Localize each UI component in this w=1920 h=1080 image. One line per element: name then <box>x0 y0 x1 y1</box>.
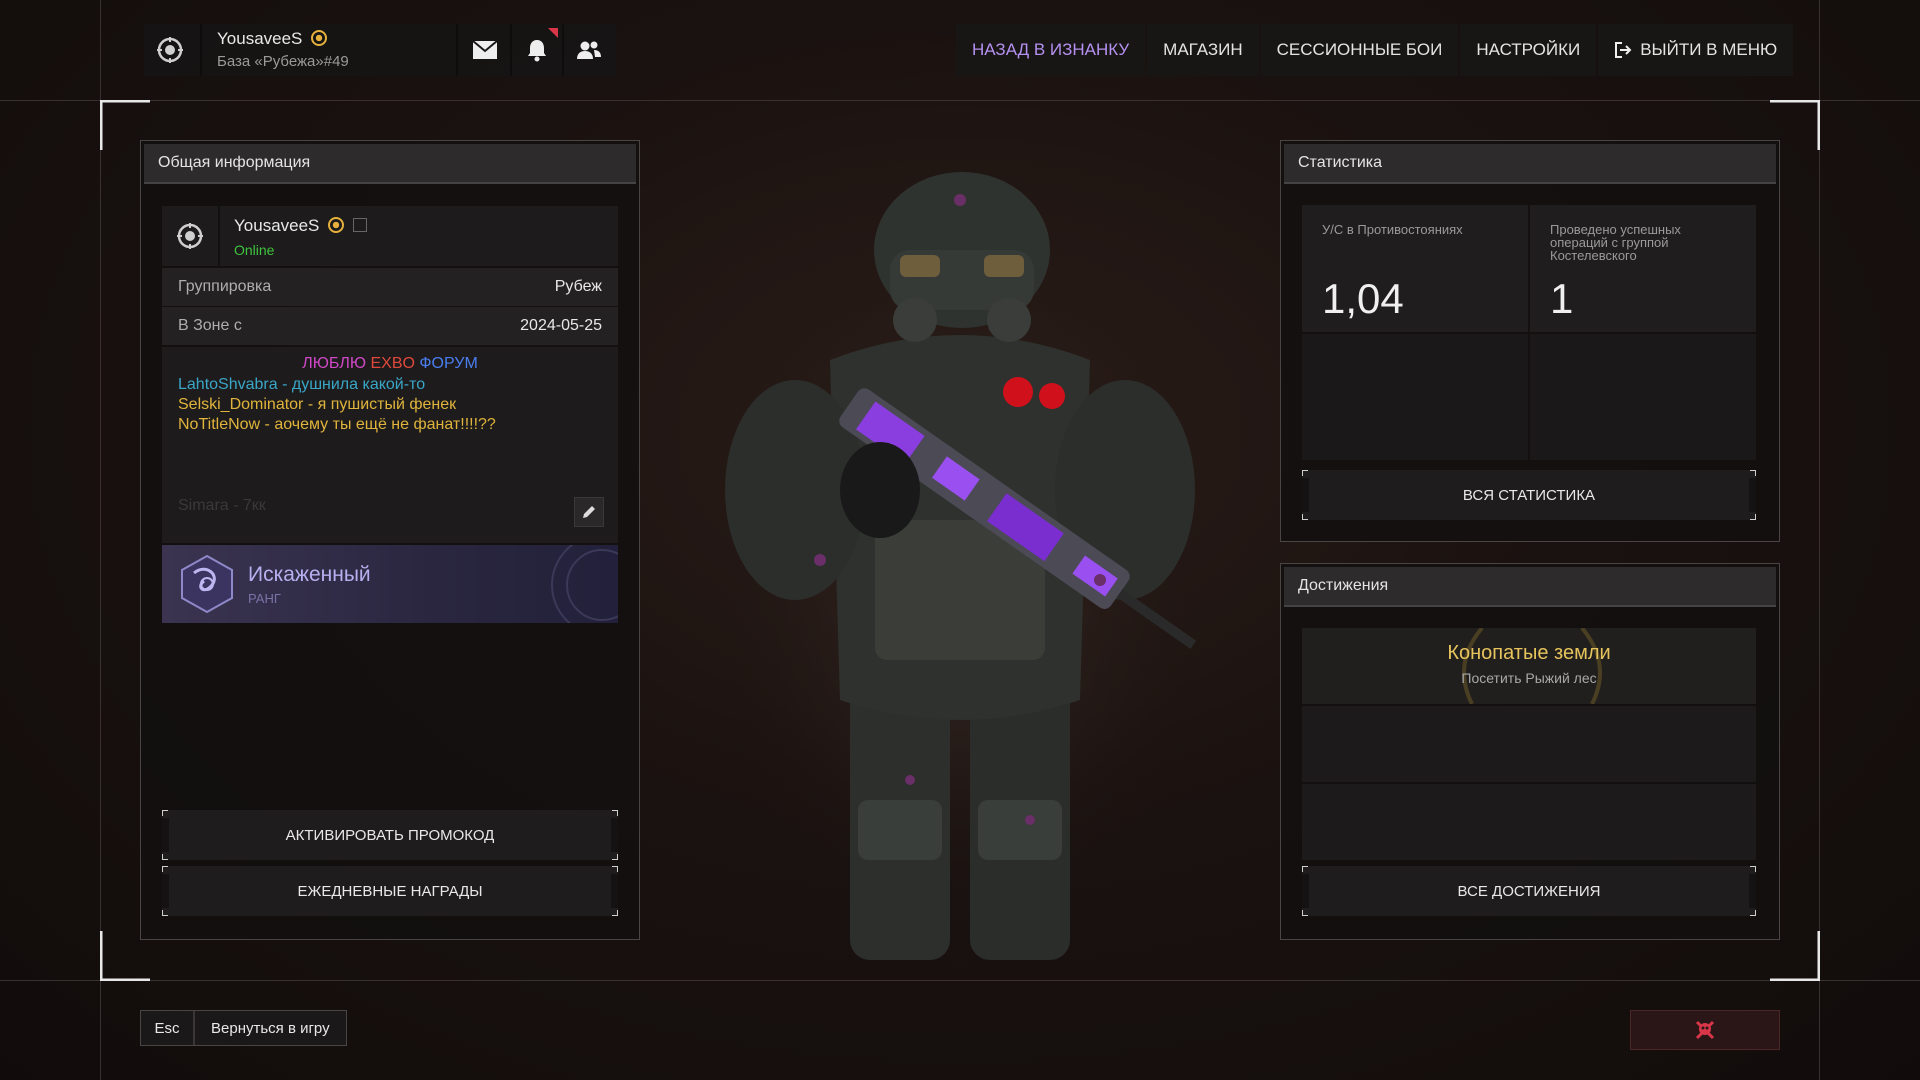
empty-achievement-slot <box>1302 784 1756 860</box>
online-status: Online <box>234 242 275 258</box>
profile-username: YousaveeS <box>234 216 367 236</box>
faction-key: Группировка <box>178 278 272 295</box>
achievement-description: Посетить Рыжий лес <box>1461 670 1597 686</box>
top-profile-bar: YousaveeS База «Рубежа»#49 <box>144 24 616 76</box>
return-to-game-control[interactable]: Esc Вернуться в игру <box>140 1010 347 1046</box>
bio-header: ЛЮБЛЮ EXBO ФОРУМ <box>162 355 618 373</box>
all-statistics-button[interactable]: ВСЯ СТАТИСТИКА <box>1302 470 1756 520</box>
faction-emblem-icon <box>157 37 183 63</box>
right-divider <box>1819 0 1820 1080</box>
skull-icon <box>1695 1020 1715 1040</box>
bio-box: ЛЮБЛЮ EXBO ФОРУМ LahtoShvabra - душнила … <box>162 347 618 543</box>
bio-line: Selski_Dominator - я пушистый фенек <box>178 396 457 413</box>
empty-achievement-slot <box>1302 706 1756 782</box>
faction-value: Рубеж <box>554 278 602 295</box>
bio-header-part: EXBO <box>370 355 420 372</box>
report-button[interactable] <box>1630 1010 1780 1050</box>
character-model[interactable] <box>700 160 1220 970</box>
bell-icon <box>528 40 546 62</box>
nav-back-to-inside[interactable]: НАЗАД В ИЗНАНКУ <box>956 24 1146 76</box>
all-statistics-label: ВСЯ СТАТИСТИКА <box>1462 486 1596 504</box>
general-info-title: Общая информация <box>144 144 636 184</box>
kd-stat-cell: У/С в Противостояниях 1,04 <box>1302 205 1528 332</box>
statistics-title: Статистика <box>1284 144 1776 184</box>
operations-stat-value: 1 <box>1550 275 1574 322</box>
zone-since-row: В Зоне с 2024-05-25 <box>162 307 618 345</box>
profile-card: YousaveeS Online <box>162 206 618 266</box>
bio-lines: LahtoShvabra - душнила какой-то Selski_D… <box>178 375 496 435</box>
empty-stat-cell <box>1530 334 1756 460</box>
notifications-button[interactable] <box>512 24 562 76</box>
top-username[interactable]: YousaveeS <box>217 29 328 49</box>
top-base-label: База «Рубежа»#49 <box>217 53 349 70</box>
achievement-card[interactable]: Конопатые земли Посетить Рыжий лес <box>1302 628 1756 704</box>
rank-name: Искаженный <box>248 563 371 586</box>
left-divider <box>100 0 101 1080</box>
nav-settings[interactable]: НАСТРОЙКИ <box>1460 24 1597 76</box>
premium-badge-icon <box>328 217 345 233</box>
activate-promocode-button[interactable]: АКТИВИРОВАТЬ ПРОМОКОД <box>162 810 618 860</box>
bio-faded-line: Simara - 7кк <box>178 497 266 514</box>
mail-icon <box>472 40 498 59</box>
daily-rewards-button[interactable]: ЕЖЕДНЕВНЫЕ НАГРАДЫ <box>162 866 618 916</box>
all-achievements-button[interactable]: ВСЕ ДОСТИЖЕНИЯ <box>1302 866 1756 916</box>
operations-stat-cell: Проведено успешных операций с группой Ко… <box>1530 205 1756 332</box>
exit-icon <box>1615 42 1632 58</box>
empty-stat-cell <box>1302 334 1528 460</box>
nav-exit-to-menu[interactable]: ВЫЙТИ В МЕНЮ <box>1598 24 1794 76</box>
top-divider <box>0 100 1920 101</box>
bio-header-part: ФОРУМ <box>419 355 478 372</box>
exit-label: ВЫЙТИ В МЕНЮ <box>1640 40 1778 59</box>
kd-stat-value: 1,04 <box>1322 275 1404 322</box>
laurel-icon <box>1462 628 1602 704</box>
bio-line: NoTitleNow - аочему ты ещё не фанат!!!!?… <box>178 416 496 433</box>
rank-label: РАНГ <box>248 591 281 606</box>
mail-button[interactable] <box>460 24 510 76</box>
faction-emblem-icon <box>177 223 203 249</box>
rank-banner[interactable]: Искаженный РАНГ <box>162 545 618 623</box>
achievements-title: Достижения <box>1284 567 1776 607</box>
pencil-icon <box>583 506 595 518</box>
activate-promocode-label: АКТИВИРОВАТЬ ПРОМОКОД <box>285 826 495 844</box>
daily-rewards-label: ЕЖЕДНЕВНЫЕ НАГРАДЫ <box>297 882 483 900</box>
rank-decor <box>551 545 618 623</box>
esc-key: Esc <box>141 1011 195 1045</box>
rank-emblem-icon <box>181 554 233 614</box>
notification-indicator <box>548 28 558 38</box>
bottom-divider <box>0 980 1920 981</box>
bio-header-part: ЛЮБЛЮ <box>302 355 371 372</box>
faction-row: Группировка Рубеж <box>162 268 618 306</box>
operations-stat-label: Проведено успешных операций с группой Ко… <box>1550 222 1681 263</box>
top-navigation: НАЗАД В ИЗНАНКУ МАГАЗИН СЕССИОННЫЕ БОИ Н… <box>956 24 1794 76</box>
zone-since-value: 2024-05-25 <box>520 317 602 334</box>
copy-icon[interactable] <box>352 218 367 232</box>
bio-line: LahtoShvabra - душнила какой-то <box>178 376 426 393</box>
achievement-title: Конопатые земли <box>1447 642 1611 664</box>
nav-shop[interactable]: МАГАЗИН <box>1147 24 1259 76</box>
edit-bio-button[interactable] <box>574 497 604 527</box>
kd-stat-label: У/С в Противостояниях <box>1322 222 1463 237</box>
return-to-game-label: Вернуться в игру <box>211 1019 330 1037</box>
all-achievements-label: ВСЕ ДОСТИЖЕНИЯ <box>1457 882 1601 900</box>
zone-since-key: В Зоне с <box>178 317 242 334</box>
friends-button[interactable] <box>564 24 614 76</box>
nav-session-battles[interactable]: СЕССИОННЫЕ БОИ <box>1260 24 1459 76</box>
premium-badge-icon <box>311 30 328 46</box>
friends-icon <box>577 41 601 59</box>
